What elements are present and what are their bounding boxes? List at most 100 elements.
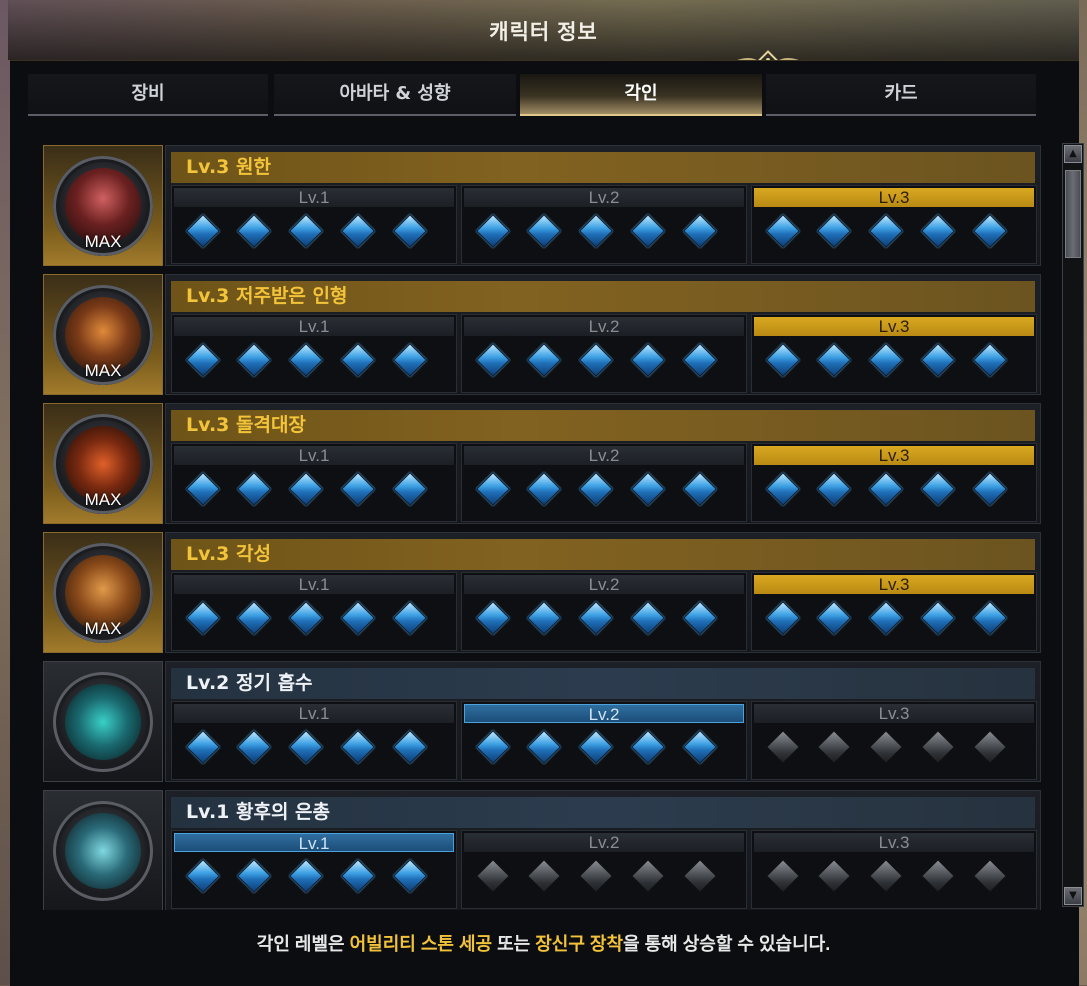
- level-label: Lv.3: [754, 833, 1034, 852]
- gem-active-icon: [186, 472, 220, 506]
- footer-text-3: 을 통해 상승할 수 있습니다.: [623, 934, 831, 954]
- level-label: Lv.2: [464, 317, 744, 336]
- gem-active-icon: [766, 601, 800, 635]
- footer-text-2: 또는: [492, 934, 536, 954]
- level-block-1: Lv.1: [171, 314, 457, 393]
- gem-row: [762, 601, 1030, 642]
- gem-inactive-icon: [631, 859, 665, 893]
- level-label: Lv.1: [174, 446, 454, 465]
- engraving-row: MAX Lv.3 저주받은 인형 Lv.1 Lv.2 Lv.3: [43, 274, 1041, 395]
- engraving-icon-frame[interactable]: [43, 661, 163, 782]
- engraving-name: Lv.1 황후의 은총: [171, 797, 1035, 828]
- level-block-2: Lv.2: [461, 572, 747, 651]
- level-block-3: Lv.3: [751, 185, 1037, 264]
- gem-active-icon: [393, 214, 427, 248]
- level-block-2: Lv.2: [461, 701, 747, 780]
- gem-active-icon: [186, 730, 220, 764]
- engraving-content: Lv.3 돌격대장 Lv.1 Lv.2 Lv.3: [165, 403, 1041, 524]
- gem-row: [182, 859, 450, 900]
- gem-row: [182, 214, 450, 255]
- tab-equipment[interactable]: 장비: [28, 74, 268, 116]
- engraving-row: Lv.2 정기 흡수 Lv.1 Lv.2 Lv.3: [43, 661, 1041, 782]
- max-label: MAX: [84, 361, 122, 380]
- scroll-up-button[interactable]: ▲: [1064, 145, 1082, 163]
- gem-active-icon: [579, 343, 613, 377]
- gem-active-icon: [289, 214, 323, 248]
- max-label: MAX: [84, 619, 122, 638]
- footer-highlight-accessory: 장신구 장착: [535, 934, 624, 954]
- gem-active-icon: [289, 859, 323, 893]
- gem-row: [472, 601, 740, 642]
- max-label: MAX: [84, 232, 122, 251]
- gem-row: [762, 214, 1030, 255]
- level-label: Lv.3: [754, 188, 1034, 207]
- level-label: Lv.1: [174, 704, 454, 723]
- gem-active-icon: [973, 343, 1007, 377]
- level-block-3: Lv.3: [751, 443, 1037, 522]
- gem-active-icon: [921, 214, 955, 248]
- level-block-2: Lv.2: [461, 314, 747, 393]
- gem-inactive-icon: [766, 730, 800, 764]
- engraving-content: Lv.2 정기 흡수 Lv.1 Lv.2 Lv.3: [165, 661, 1041, 782]
- gem-row: [472, 214, 740, 255]
- tab-card[interactable]: 카드: [766, 74, 1036, 116]
- scroll-down-button[interactable]: ▼: [1064, 887, 1082, 905]
- gem-active-icon: [237, 472, 271, 506]
- gem-inactive-icon: [921, 859, 955, 893]
- engraving-name: Lv.3 저주받은 인형: [171, 281, 1035, 312]
- engraving-icon-frame[interactable]: MAX: [43, 532, 163, 653]
- level-block-1: Lv.1: [171, 830, 457, 909]
- gem-row: [762, 472, 1030, 513]
- level-label: Lv.3: [754, 704, 1034, 723]
- gem-active-icon: [341, 730, 375, 764]
- gem-active-icon: [237, 214, 271, 248]
- gem-row: [472, 730, 740, 771]
- gem-active-icon: [631, 472, 665, 506]
- engraving-icon-frame[interactable]: MAX: [43, 403, 163, 524]
- gem-active-icon: [476, 730, 510, 764]
- tab-bar: 장비 아바타 & 성향 각인 카드: [28, 74, 1036, 116]
- gem-active-icon: [393, 730, 427, 764]
- spirit-absorption-icon: [65, 684, 141, 760]
- gem-active-icon: [817, 214, 851, 248]
- gem-active-icon: [817, 472, 851, 506]
- engraving-name: Lv.3 원한: [171, 152, 1035, 183]
- gem-active-icon: [579, 601, 613, 635]
- gem-row: [182, 601, 450, 642]
- gem-active-icon: [527, 343, 561, 377]
- gem-inactive-icon: [921, 730, 955, 764]
- gem-active-icon: [683, 214, 717, 248]
- gem-active-icon: [973, 472, 1007, 506]
- level-block-3: Lv.3: [751, 701, 1037, 780]
- level-block-1: Lv.1: [171, 185, 457, 264]
- gem-active-icon: [869, 214, 903, 248]
- engraving-row: MAX Lv.3 원한 Lv.1 Lv.2 Lv.3: [43, 145, 1041, 266]
- engraving-content: Lv.3 저주받은 인형 Lv.1 Lv.2 Lv.3: [165, 274, 1041, 395]
- gem-active-icon: [393, 472, 427, 506]
- footer-text-1: 각인 레벨은: [256, 934, 350, 954]
- engraving-icon-frame[interactable]: [43, 790, 163, 910]
- gem-active-icon: [237, 601, 271, 635]
- gem-active-icon: [289, 730, 323, 764]
- gem-inactive-icon: [973, 859, 1007, 893]
- engraving-icon-frame[interactable]: MAX: [43, 274, 163, 395]
- gem-active-icon: [817, 343, 851, 377]
- level-label: Lv.2: [464, 833, 744, 852]
- level-block-2: Lv.2: [461, 443, 747, 522]
- tab-avatar-tendency[interactable]: 아바타 & 성향: [274, 74, 516, 116]
- gem-inactive-icon: [579, 859, 613, 893]
- gem-active-icon: [527, 214, 561, 248]
- gem-inactive-icon: [766, 859, 800, 893]
- gem-active-icon: [393, 601, 427, 635]
- tab-engraving[interactable]: 각인: [520, 74, 762, 116]
- gem-row: [762, 859, 1030, 900]
- engraving-icon-frame[interactable]: MAX: [43, 145, 163, 266]
- scroll-thumb[interactable]: [1065, 170, 1081, 258]
- gem-active-icon: [527, 730, 561, 764]
- gem-active-icon: [476, 214, 510, 248]
- level-block-1: Lv.1: [171, 443, 457, 522]
- engraving-content: Lv.3 각성 Lv.1 Lv.2 Lv.3: [165, 532, 1041, 653]
- gem-active-icon: [631, 343, 665, 377]
- gem-active-icon: [341, 214, 375, 248]
- scrollbar[interactable]: ▲ ▼: [1062, 143, 1084, 907]
